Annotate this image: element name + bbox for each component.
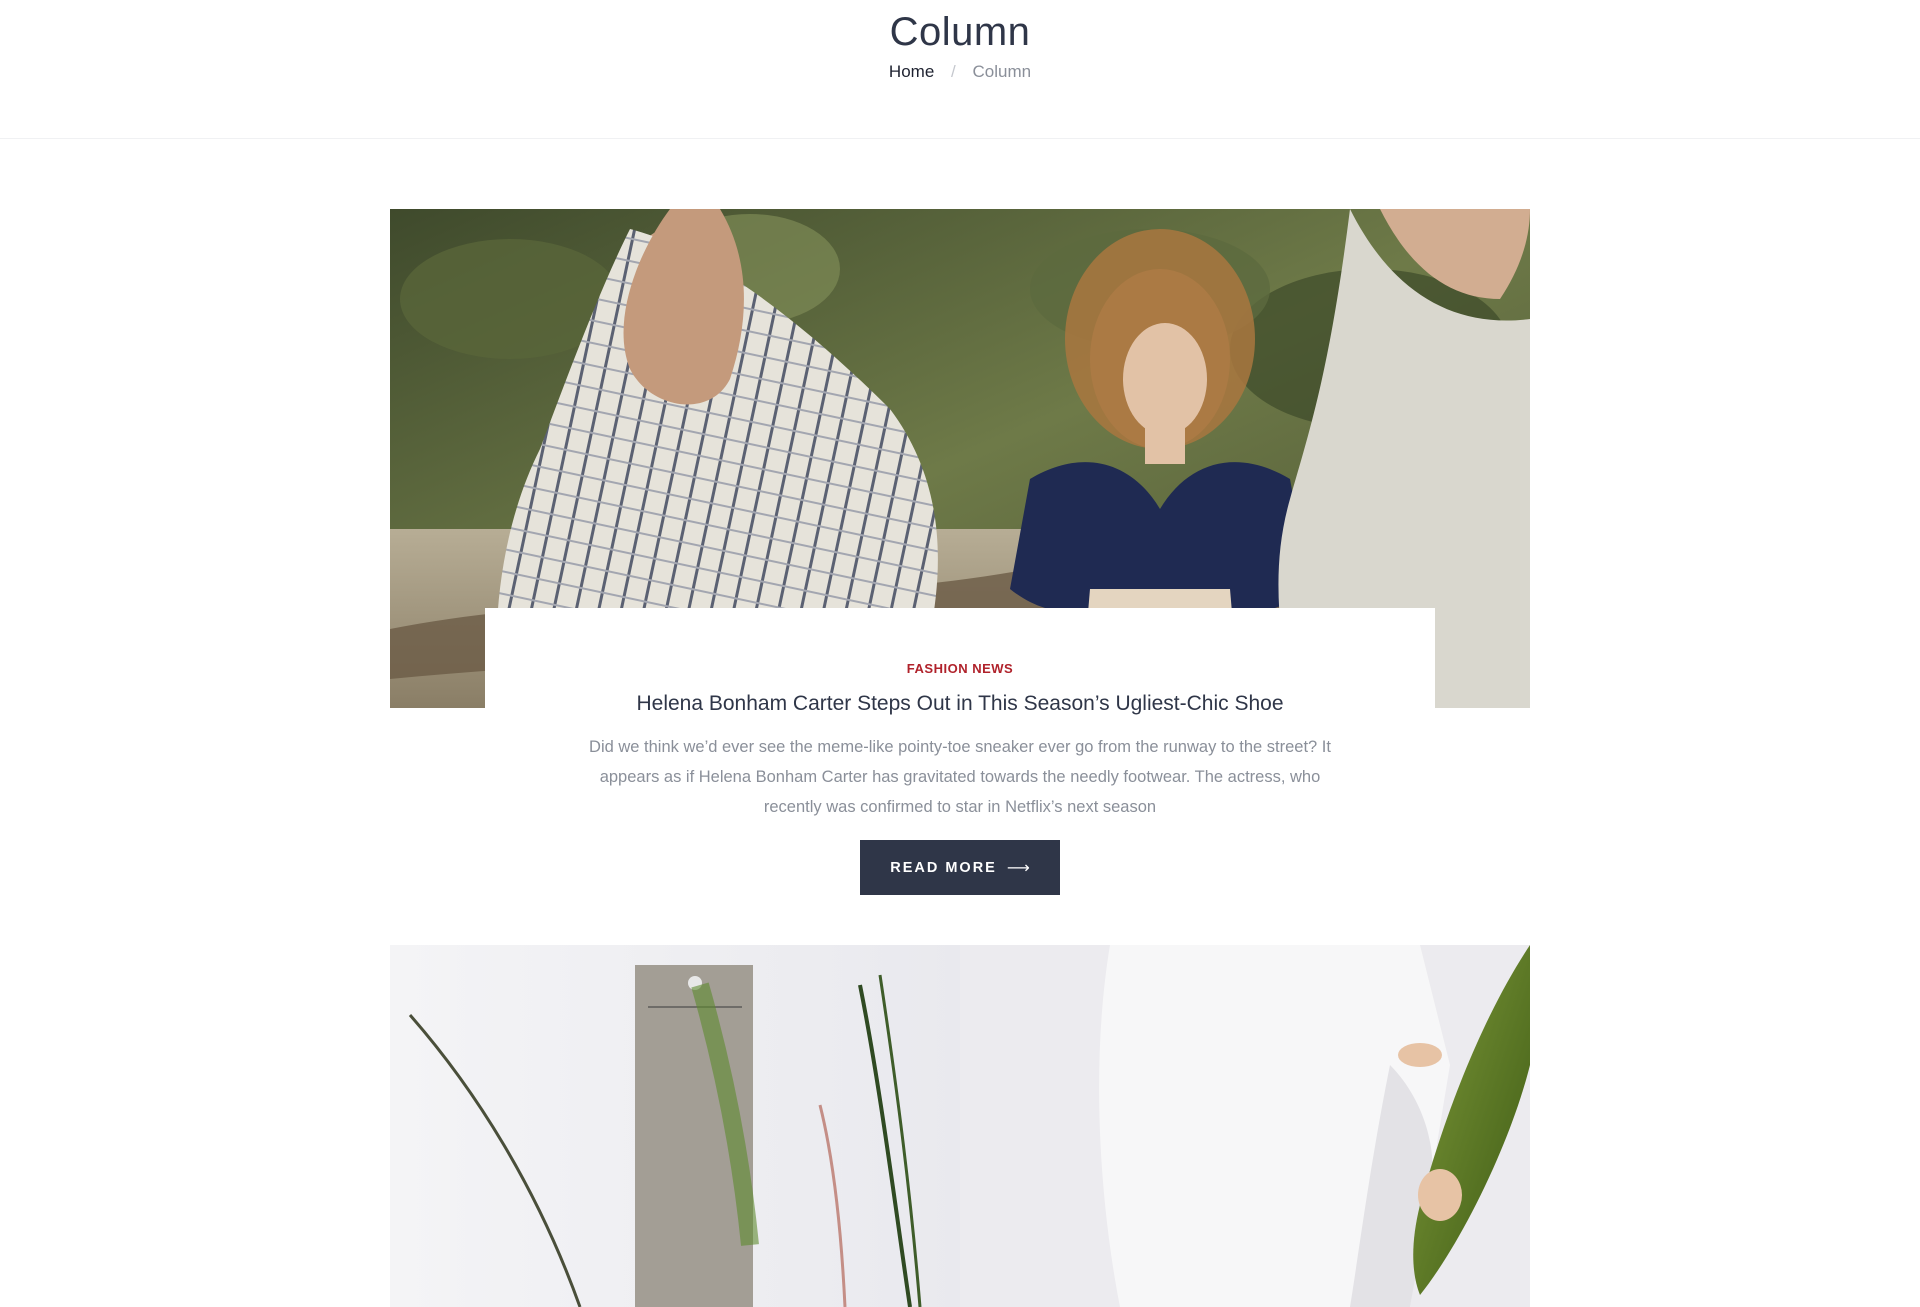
page-title: Column — [889, 10, 1031, 54]
post-card: FASHION NEWS Helena Bonham Carter Steps … — [485, 608, 1435, 918]
read-more-button[interactable]: READ MORE ⟶ — [860, 840, 1060, 895]
breadcrumb-separator: / — [951, 62, 956, 81]
second-post-images-graphic — [390, 945, 1530, 1307]
post-title[interactable]: Helena Bonham Carter Steps Out in This S… — [485, 692, 1435, 716]
arrow-right-icon: ⟶ — [1006, 859, 1030, 877]
read-more-label: READ MORE — [890, 859, 997, 876]
second-post-images[interactable] — [390, 945, 1530, 1307]
post-category-link[interactable]: FASHION NEWS — [485, 661, 1435, 676]
post-excerpt: Did we think we’d ever see the meme-like… — [589, 738, 1331, 816]
breadcrumb: Home / Column — [0, 62, 1920, 82]
page-header: Column Home / Column — [0, 0, 1920, 139]
breadcrumb-home-link[interactable]: Home — [889, 62, 934, 81]
breadcrumb-current: Column — [972, 62, 1032, 81]
